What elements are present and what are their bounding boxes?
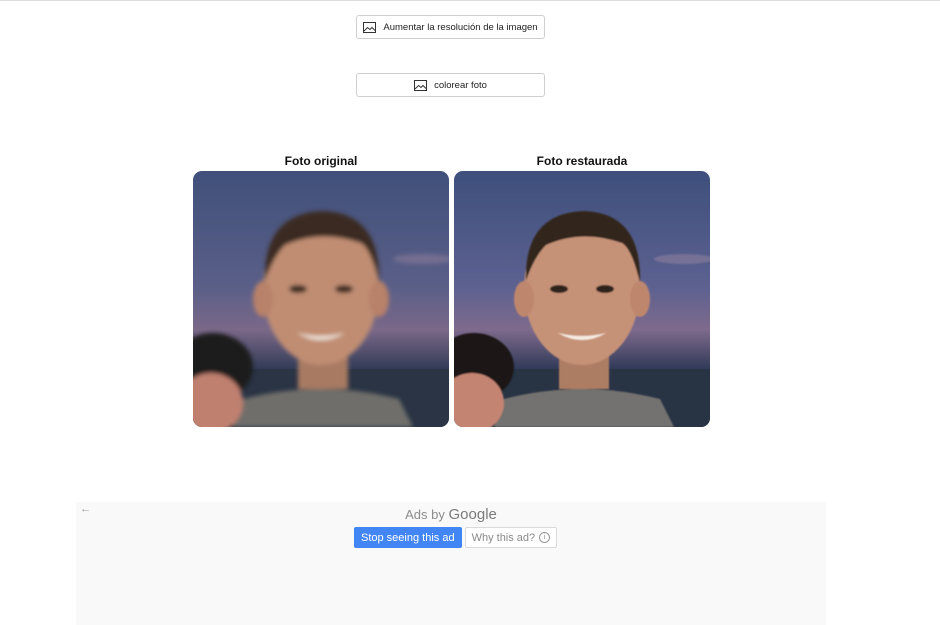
ad-container: ← Ads by Google Stop seeing this ad Why … (76, 502, 826, 625)
why-this-ad-button[interactable]: Why this ad? i (464, 527, 558, 548)
restored-photo-panel: Foto restaurada (454, 153, 710, 427)
info-icon: i (539, 532, 551, 543)
restored-photo-title: Foto restaurada (536, 154, 628, 168)
original-photo-panel: Foto original (193, 153, 449, 427)
upscale-image-label: Aumentar la resolución de la imagen (383, 21, 538, 33)
original-photo (193, 171, 449, 427)
colorize-photo-label: colorear foto (434, 79, 487, 91)
top-divider (0, 0, 940, 1)
image-icon (414, 79, 428, 91)
stop-seeing-ad-button[interactable]: Stop seeing this ad (354, 527, 462, 548)
google-wordmark: Google (448, 506, 497, 523)
ads-by-text: Ads by (405, 507, 445, 522)
original-photo-title: Foto original (284, 154, 358, 168)
restored-photo (454, 171, 710, 427)
ads-by-google-label: Ads by Google (76, 506, 826, 523)
upscale-image-button[interactable]: Aumentar la resolución de la imagen (356, 15, 545, 39)
ad-feedback-buttons: Stop seeing this ad Why this ad? i (354, 527, 558, 548)
image-icon (363, 21, 377, 33)
why-this-ad-label: Why this ad? (471, 531, 536, 544)
colorize-photo-button[interactable]: colorear foto (356, 73, 545, 97)
